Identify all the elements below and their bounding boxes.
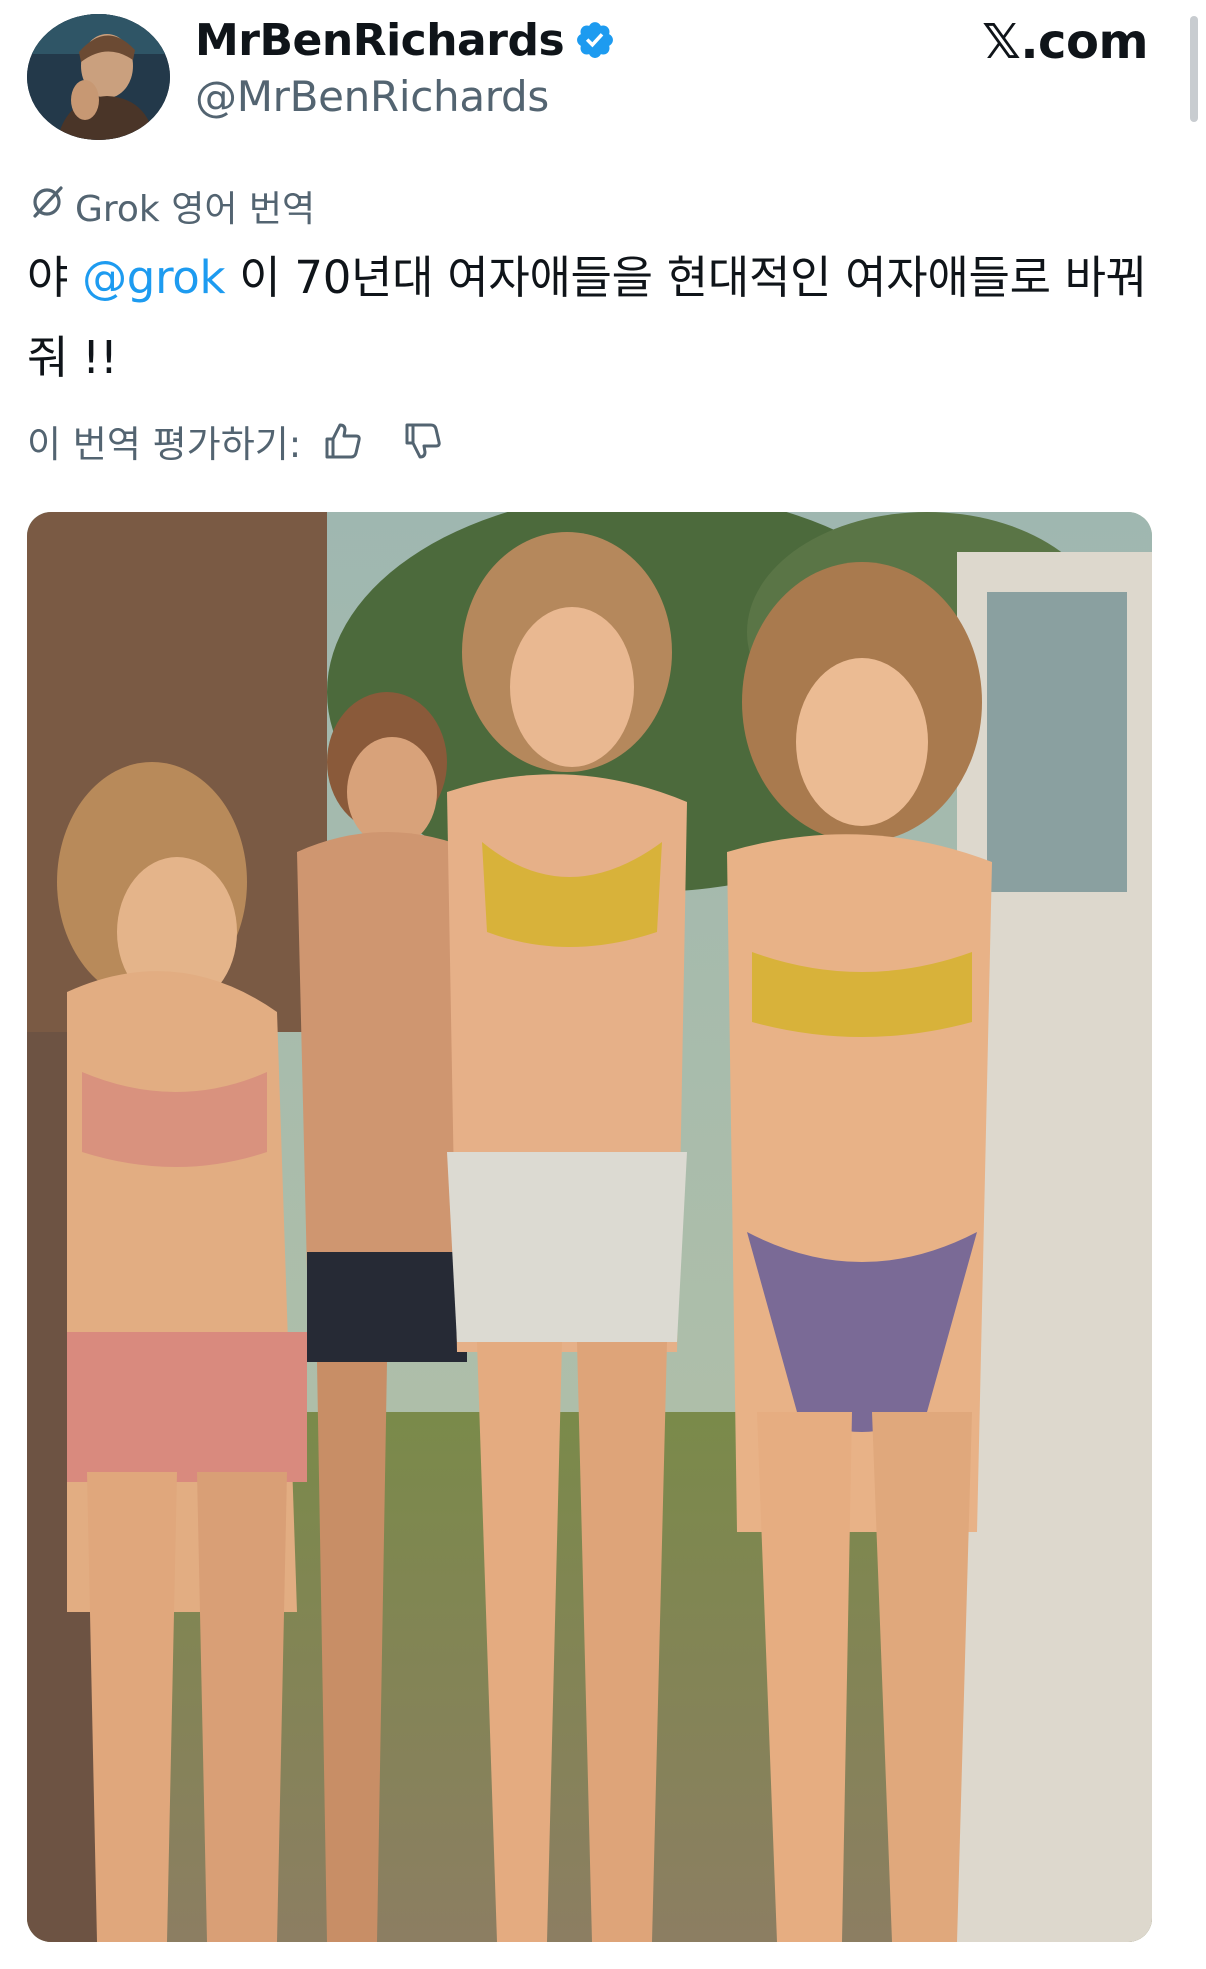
thumbs-up-icon (325, 423, 361, 459)
thumbs-down-icon (405, 423, 441, 459)
grok-icon (27, 182, 75, 231)
verified-badge-icon (574, 19, 616, 61)
mention-link[interactable]: @grok (82, 251, 225, 304)
post-media-photo[interactable] (27, 512, 1152, 1942)
author-handle[interactable]: @MrBenRichards (195, 72, 549, 121)
vintage-beach-photo (27, 512, 1152, 1942)
translation-notice: Grok 영어 번역 (27, 180, 315, 232)
thumbs-up-button[interactable] (319, 417, 367, 465)
translation-rating: 이 번역 평가하기: (27, 414, 447, 468)
avatar-image (27, 14, 170, 140)
post-text-before: 야 (27, 251, 83, 304)
translation-label: Grok 영어 번역 (75, 189, 316, 230)
avatar[interactable] (27, 14, 170, 140)
author-name-row[interactable]: MrBenRichards (195, 14, 616, 66)
post-container: MrBenRichards @MrBenRichards 𝕏.com Grok … (0, 0, 1206, 1969)
rating-label: 이 번역 평가하기: (27, 423, 302, 466)
post-body: 야 @grok 이 70년대 여자애들을 현대적인 여자애들로 바꿔줘 !! (27, 238, 1177, 398)
site-mark-logo: 𝕏.com (982, 14, 1148, 70)
thumbs-down-button[interactable] (399, 417, 447, 465)
scrollbar[interactable] (1190, 16, 1198, 122)
author-display-name[interactable]: MrBenRichards (195, 15, 565, 66)
